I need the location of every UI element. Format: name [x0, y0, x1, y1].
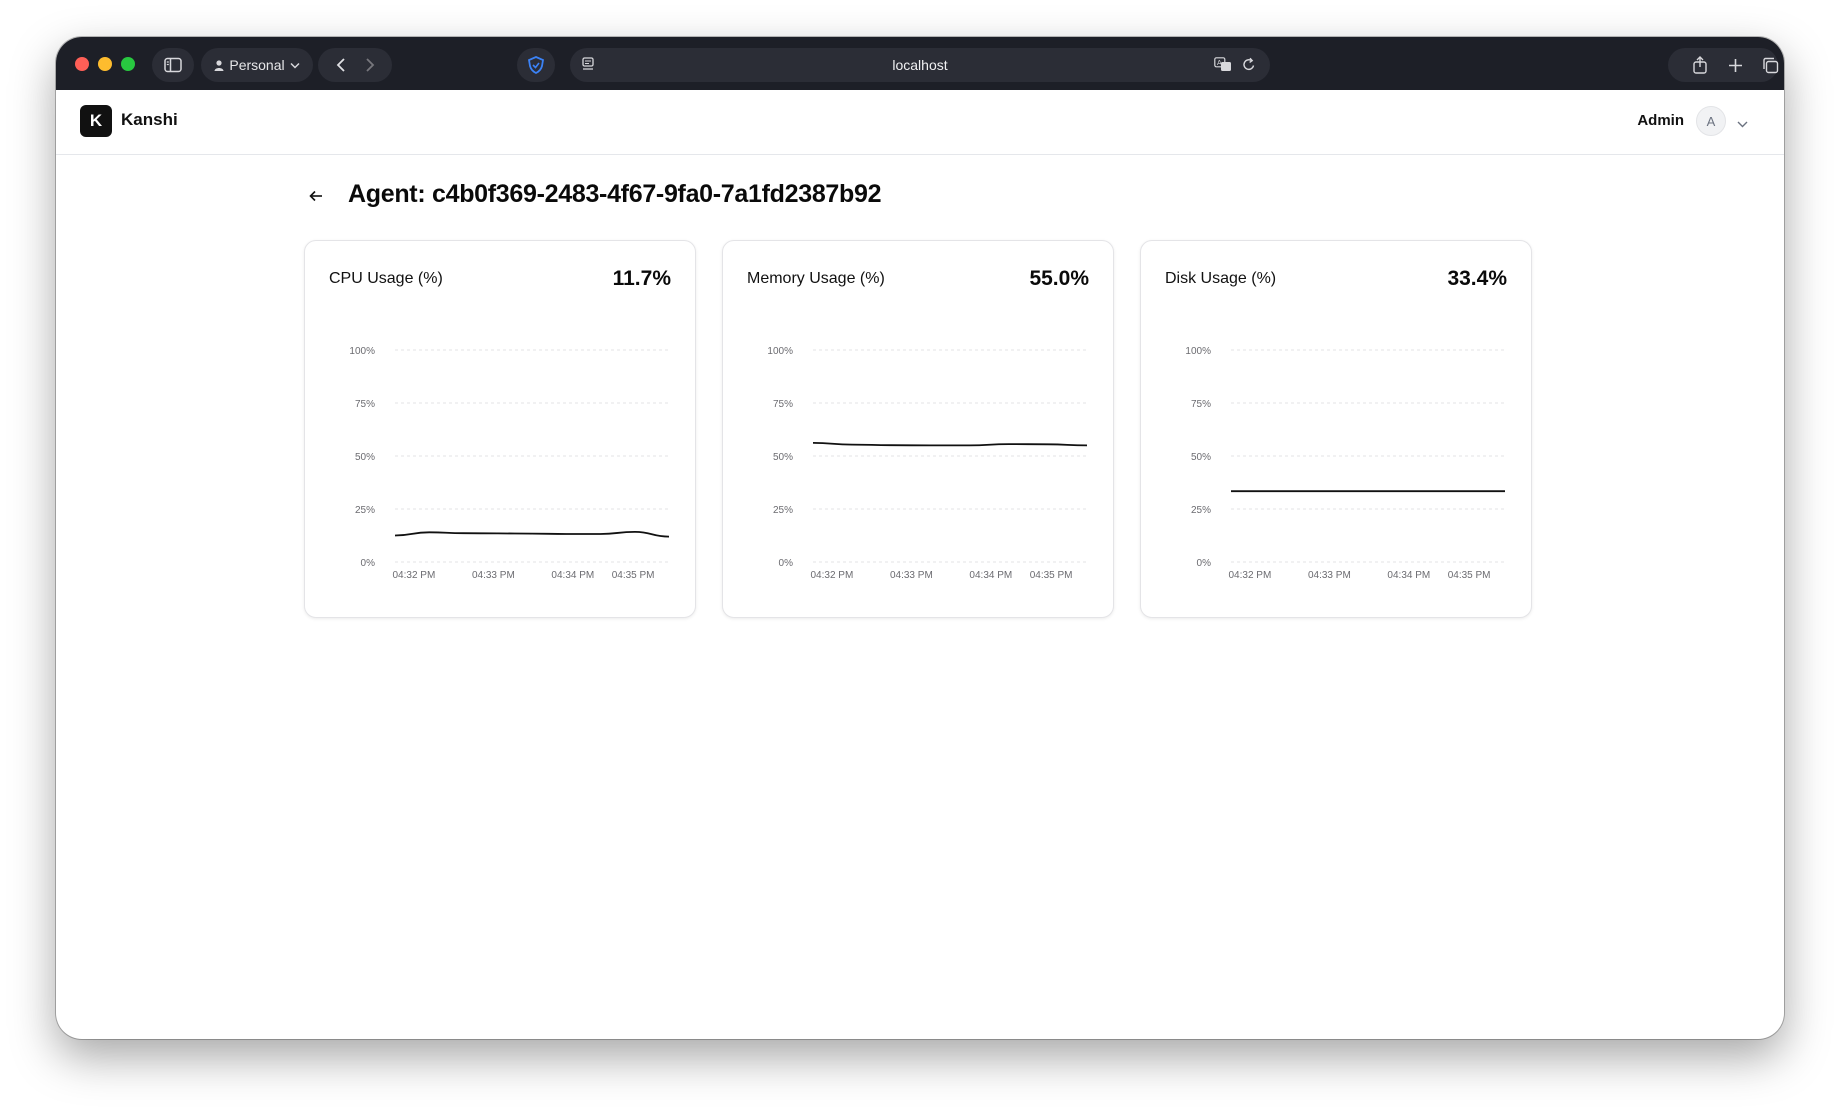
person-icon [214, 59, 224, 71]
minimize-window-button[interactable] [98, 57, 112, 71]
address-text: localhost [892, 57, 948, 73]
x-tick-label: 04:33 PM [472, 570, 515, 581]
close-window-button[interactable] [75, 57, 89, 71]
page-title: Agent: c4b0f369-2483-4f67-9fa0-7a1fd2387… [348, 180, 882, 208]
memory-usage-chart[interactable]: 0% 25% 50% 75% 100% 04:32 PM 04:33 PM 04:34 PM 0… [723, 241, 1115, 619]
x-tick-label: 04:34 PM [969, 570, 1012, 581]
reload-icon[interactable] [1242, 57, 1256, 72]
y-tick-label: 25% [355, 505, 375, 516]
profile-switcher[interactable]: Personal [201, 48, 313, 82]
y-tick-label: 100% [1185, 346, 1211, 357]
y-tick-label: 50% [1191, 452, 1211, 463]
x-tick-label: 04:33 PM [890, 570, 933, 581]
tabs-icon [1762, 57, 1778, 73]
brand-name[interactable]: Kanshi [121, 110, 178, 130]
disk-usage-card: Disk Usage (%) 33.4% 0% 25% 50% 75% 100% 04:3… [1140, 240, 1532, 618]
cpu-usage-chart[interactable]: 0% 25% 50% 75% 100% 04:32 PM 04:33 PM 04:34 PM 0… [305, 241, 697, 619]
x-tick-label: 04:35 PM [1030, 570, 1073, 581]
sidebar-icon [164, 57, 182, 73]
chevron-right-icon [365, 58, 374, 72]
tab-overview-button[interactable] [1753, 48, 1784, 82]
x-tick-label: 04:35 PM [612, 570, 655, 581]
x-tick-label: 04:32 PM [1229, 570, 1272, 581]
disk-usage-chart[interactable]: 0% 25% 50% 75% 100% 04:32 PM 04:33 PM 04:34 PM 0… [1141, 241, 1533, 619]
user-menu-chevron-icon[interactable] [1737, 115, 1748, 133]
back-nav-button[interactable] [336, 57, 346, 73]
memory-usage-card: Memory Usage (%) 55.0% 0% 25% 50% 75% 100% 04… [722, 240, 1114, 618]
forward-nav-button[interactable] [365, 57, 375, 73]
y-tick-label: 0% [361, 558, 376, 569]
back-button[interactable] [304, 184, 328, 208]
translate-icon[interactable]: A [1214, 57, 1232, 72]
address-bar[interactable]: localhost A [570, 48, 1270, 82]
x-tick-label: 04:34 PM [551, 570, 594, 581]
user-menu-name[interactable]: Admin [1637, 112, 1684, 129]
chevron-down-icon [290, 62, 300, 69]
new-tab-button[interactable] [1718, 48, 1752, 82]
page-menu-icon[interactable] [582, 57, 596, 72]
zoom-window-button[interactable] [121, 57, 135, 71]
brand-logo[interactable]: K [80, 105, 112, 137]
browser-toolbar: Personal localhost A [56, 37, 1784, 90]
y-tick-label: 75% [1191, 399, 1211, 410]
sidebar-toggle-button[interactable] [152, 48, 194, 82]
avatar[interactable]: A [1696, 106, 1726, 136]
chevron-left-icon [336, 58, 345, 72]
share-button[interactable] [1683, 48, 1717, 82]
x-tick-label: 04:32 PM [393, 570, 436, 581]
y-tick-label: 25% [1191, 505, 1211, 516]
y-tick-label: 50% [355, 452, 375, 463]
browser-window: Personal localhost A K Kanshi Admin A Ag… [56, 37, 1784, 1039]
series-line [812, 442, 1088, 447]
privacy-shield-button[interactable] [517, 48, 555, 82]
y-tick-label: 75% [355, 399, 375, 410]
y-tick-label: 100% [349, 346, 375, 357]
app-header: K Kanshi Admin A [56, 90, 1784, 155]
y-tick-label: 75% [773, 399, 793, 410]
y-tick-label: 50% [773, 452, 793, 463]
cpu-usage-card: CPU Usage (%) 11.7% 0% 25% 50% 75% 100% 04:32… [304, 240, 696, 618]
x-tick-label: 04:33 PM [1308, 570, 1351, 581]
share-icon [1693, 56, 1707, 74]
x-tick-label: 04:35 PM [1448, 570, 1491, 581]
profile-label: Personal [229, 57, 285, 73]
history-navigation [318, 48, 392, 82]
shield-icon [527, 56, 545, 75]
series-line [394, 530, 670, 538]
y-tick-label: 25% [773, 505, 793, 516]
x-tick-label: 04:34 PM [1387, 570, 1430, 581]
y-tick-label: 100% [767, 346, 793, 357]
plus-icon [1728, 58, 1742, 72]
x-tick-label: 04:32 PM [811, 570, 854, 581]
arrow-left-icon [309, 190, 322, 202]
svg-text:A: A [1217, 60, 1222, 67]
y-tick-label: 0% [1197, 558, 1212, 569]
y-tick-label: 0% [779, 558, 794, 569]
